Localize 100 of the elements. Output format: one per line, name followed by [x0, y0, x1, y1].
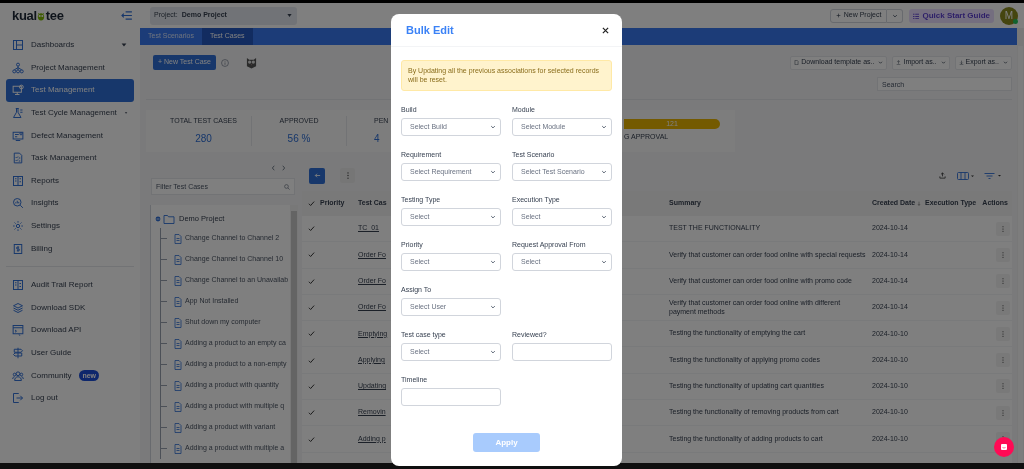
logo: kual tee [12, 6, 64, 25]
row-actions-button[interactable] [996, 379, 1010, 394]
chevron-down-icon [1003, 60, 1008, 65]
row-actions-button[interactable] [996, 247, 1010, 262]
checkbox[interactable] [307, 304, 315, 312]
chevron-down-icon [490, 213, 496, 220]
dropdown-button[interactable] [887, 8, 904, 23]
document-icon [174, 380, 182, 391]
chevron-down-icon [601, 258, 607, 265]
checkbox[interactable] [307, 225, 315, 233]
filter-icon[interactable] [984, 171, 1002, 180]
sort-arrow-icon[interactable] [917, 201, 922, 206]
chevron-left-icon[interactable] [271, 165, 276, 171]
hierarchy-icon [12, 61, 24, 74]
document-icon [174, 296, 182, 307]
checkbox[interactable] [307, 330, 315, 338]
sidebar-item[interactable]: Download SDK [6, 296, 134, 320]
info-icon[interactable] [221, 58, 229, 67]
upload-icon[interactable] [939, 172, 946, 179]
collapse-menu-icon[interactable] [121, 11, 132, 20]
arrow-left-icon [313, 172, 321, 179]
chevron-right-icon[interactable] [281, 165, 286, 171]
row-actions-button[interactable] [996, 405, 1010, 420]
chevron-down-icon [490, 258, 496, 265]
settings-icon [12, 220, 24, 233]
row-actions-button[interactable] [996, 274, 1010, 289]
flask-icon [12, 107, 24, 120]
sidebar-item[interactable]: Dashboards [6, 34, 134, 57]
document-icon [174, 422, 182, 433]
search-icon [284, 183, 290, 190]
checkbox[interactable] [307, 382, 315, 390]
chevron-down-icon [878, 60, 884, 65]
quick-start-guide-button[interactable]: Quick Start Guide [909, 8, 994, 23]
sidebar-item[interactable]: Audit Trail Report [6, 273, 134, 297]
user-avatar[interactable]: M [1000, 6, 1018, 25]
chevron-down-icon [940, 60, 946, 65]
upload-icon [896, 60, 902, 65]
checkbox[interactable] [307, 277, 315, 285]
document-icon [174, 233, 182, 244]
input-field[interactable] [512, 342, 612, 361]
sidebar-item[interactable]: Defect Management [6, 124, 134, 147]
people-icon [12, 369, 24, 382]
sidebar-item[interactable]: Settings [6, 214, 134, 238]
columns-icon[interactable] [957, 171, 975, 180]
layers-icon [12, 301, 24, 314]
chevron-down-icon [891, 12, 898, 19]
row-actions-button[interactable] [996, 353, 1010, 368]
sidebar-item[interactable]: Insights [6, 192, 134, 215]
row-actions-button[interactable] [996, 300, 1010, 315]
layout-icon [12, 39, 24, 52]
owl-mascot-icon [246, 56, 257, 69]
folder-icon [163, 214, 175, 224]
signpost-icon [12, 347, 24, 359]
document-icon [174, 359, 182, 370]
document-grid-icon [12, 279, 24, 292]
sidebar-item[interactable]: Project Management [6, 56, 134, 80]
list-icon [913, 12, 920, 19]
sidebar-item[interactable]: Test Cycle Management [6, 101, 134, 125]
collapse-icon[interactable] [155, 216, 161, 222]
chevron-down-icon [601, 213, 607, 220]
input-field[interactable] [401, 387, 501, 406]
chat-icon [1000, 443, 1008, 451]
document-icon [174, 401, 182, 412]
document-icon [174, 443, 182, 454]
file-icon [794, 60, 800, 65]
monitor-icon [12, 84, 24, 97]
tree-scrollbar[interactable] [290, 205, 298, 463]
sidebar-item[interactable]: Billing [6, 237, 134, 260]
stat-value: 4 [374, 131, 380, 146]
sidebar-item[interactable]: Log out [6, 386, 134, 410]
stat-value: 280 [195, 131, 212, 146]
chevron-down-icon [490, 123, 496, 130]
terminal-window-icon [12, 324, 24, 337]
checkbox[interactable] [307, 356, 315, 364]
row-actions-button[interactable] [996, 221, 1010, 236]
sidebar-item[interactable]: User Guide [6, 341, 134, 365]
row-actions-button[interactable] [996, 326, 1010, 341]
invoice-icon [12, 242, 24, 255]
chevron-down-icon [490, 303, 496, 310]
checkbox[interactable] [307, 409, 315, 417]
more-options-button[interactable] [340, 168, 355, 183]
close-icon[interactable] [602, 26, 609, 34]
checkbox[interactable] [307, 251, 315, 259]
sidebar-item[interactable]: Task Management [6, 146, 134, 170]
sidebar-item[interactable]: Reports [6, 169, 134, 193]
stat-value: 56 % [287, 131, 311, 146]
screen-icon [12, 129, 24, 142]
chevron-down-icon [601, 168, 607, 175]
document-icon [174, 317, 182, 328]
sidebar-item[interactable]: Test Management [6, 79, 134, 102]
magnifier-chart-icon [12, 197, 24, 210]
back-button[interactable] [309, 167, 325, 184]
checkbox[interactable] [307, 435, 315, 443]
checklist-icon [12, 152, 24, 165]
checkbox[interactable] [307, 200, 315, 207]
plus-icon [835, 13, 841, 18]
document-icon [174, 275, 182, 286]
sidebar-item[interactable]: Download API [6, 319, 134, 342]
document-icon [174, 338, 182, 349]
caret-icon [286, 12, 293, 19]
